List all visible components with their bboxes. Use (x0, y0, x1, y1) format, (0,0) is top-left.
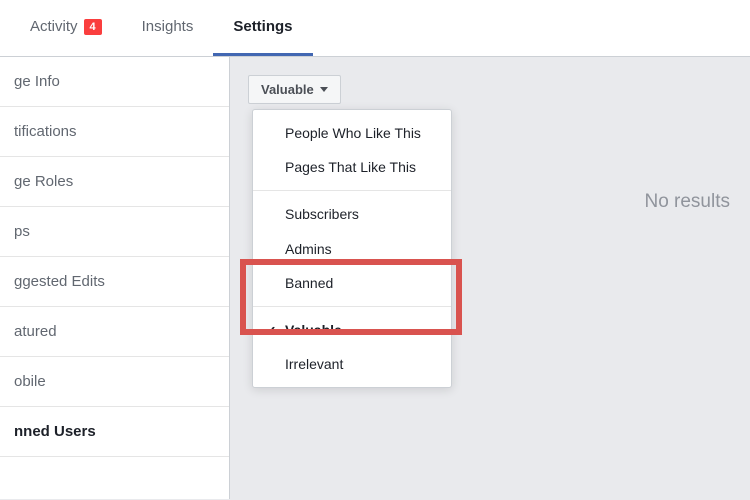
sidebar-item-page-info[interactable]: ge Info (0, 57, 229, 107)
filter-dropdown-button[interactable]: Valuable (248, 75, 341, 104)
dropdown-item-label: Subscribers (285, 206, 359, 222)
tab-settings[interactable]: Settings (213, 0, 312, 56)
sidebar-item-notifications[interactable]: tifications (0, 107, 229, 157)
top-nav: Activity 4 Insights Settings (0, 0, 750, 57)
dropdown-item-subscribers[interactable]: Subscribers (253, 197, 451, 231)
sidebar-item-suggested-edits[interactable]: ggested Edits (0, 257, 229, 307)
tab-label: Settings (233, 18, 292, 35)
sidebar-item-page-roles[interactable]: ge Roles (0, 157, 229, 207)
dropdown-item-label: Admins (285, 241, 332, 257)
tab-insights[interactable]: Insights (122, 0, 214, 56)
content-area: ge Info tifications ge Roles ps ggested … (0, 57, 750, 499)
sidebar-item-apps[interactable]: ps (0, 207, 229, 257)
sidebar-item-mobile[interactable]: obile (0, 357, 229, 407)
dropdown-item-label: People Who Like This (285, 125, 421, 141)
dropdown-item-label: Banned (285, 275, 333, 291)
dropdown-button-label: Valuable (261, 82, 314, 97)
tab-activity[interactable]: Activity 4 (10, 0, 122, 56)
no-results-text: No results (644, 191, 730, 213)
dropdown-item-banned[interactable]: Banned (253, 266, 451, 300)
settings-sidebar: ge Info tifications ge Roles ps ggested … (0, 57, 230, 499)
caret-down-icon (320, 87, 328, 92)
sidebar-item-label: obile (14, 373, 46, 390)
activity-badge: 4 (84, 19, 102, 35)
dropdown-item-label: Irrelevant (285, 356, 343, 372)
dropdown-item-valuable[interactable]: ✓ Valuable (253, 313, 451, 347)
sidebar-item-featured[interactable]: atured (0, 307, 229, 357)
sidebar-item-label: nned Users (14, 423, 96, 440)
dropdown-item-people-who-like[interactable]: People Who Like This (253, 116, 451, 150)
sidebar-item-label: ge Roles (14, 173, 73, 190)
dropdown-item-pages-that-like[interactable]: Pages That Like This (253, 150, 451, 184)
sidebar-item-label: ge Info (14, 73, 60, 90)
tab-label: Insights (142, 18, 194, 35)
dropdown-item-admins[interactable]: Admins (253, 232, 451, 266)
dropdown-divider (253, 306, 451, 307)
sidebar-item-label: atured (14, 323, 57, 340)
tab-label: Activity (30, 18, 78, 35)
check-icon: ✓ (265, 322, 277, 340)
sidebar-item-label: ps (14, 223, 30, 240)
main-panel: Valuable People Who Like This Pages That… (230, 57, 750, 499)
sidebar-item-label: tifications (14, 123, 77, 140)
sidebar-item-banned-users[interactable]: nned Users (0, 407, 229, 457)
sidebar-item-label: ggested Edits (14, 273, 105, 290)
filter-dropdown-menu: People Who Like This Pages That Like Thi… (252, 109, 452, 388)
dropdown-item-label: Valuable (285, 322, 342, 338)
dropdown-item-label: Pages That Like This (285, 159, 416, 175)
dropdown-divider (253, 190, 451, 191)
dropdown-item-irrelevant[interactable]: Irrelevant (253, 347, 451, 381)
